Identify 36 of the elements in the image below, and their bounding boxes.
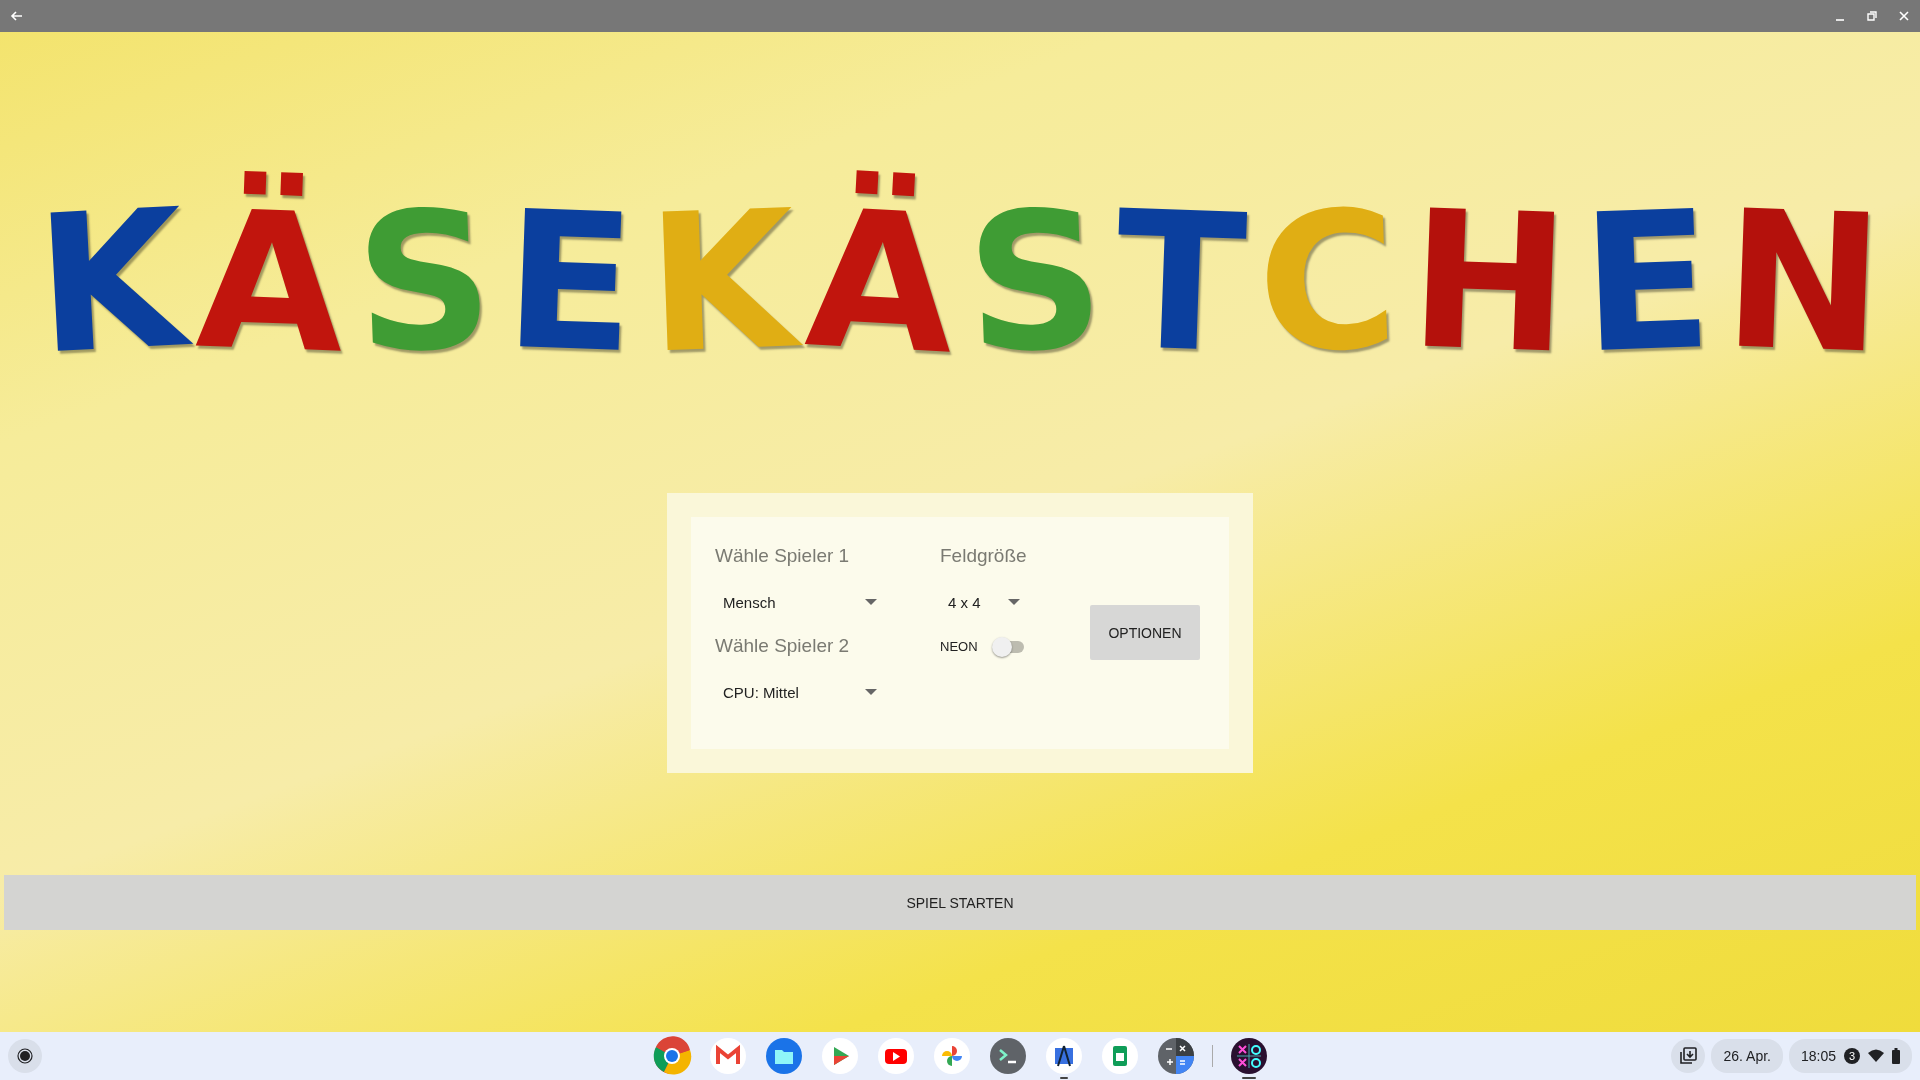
launcher-button[interactable] (8, 1039, 42, 1073)
pinwheel-icon[interactable] (931, 1036, 972, 1076)
notification-count: 3 (1844, 1048, 1860, 1064)
start-game-button[interactable]: SPIEL STARTEN (4, 875, 1916, 930)
image-download-icon (1679, 1047, 1698, 1065)
dropdown[interactable]: 4 x 4 (940, 587, 1028, 617)
browser-icon[interactable] (651, 1036, 692, 1076)
game-title-logo: K Ä S E K Ä S T C H E N (30, 167, 1888, 399)
options-button[interactable]: OPTIONEN (1090, 605, 1200, 660)
folder-icon[interactable] (763, 1036, 804, 1076)
tic-tac-toe-icon[interactable] (1228, 1036, 1269, 1076)
date-button[interactable]: 26. Apr. (1711, 1039, 1783, 1073)
dropdown[interactable]: Mensch (715, 587, 885, 617)
video-play-icon[interactable] (875, 1036, 916, 1076)
field-label: Wähle Spieler 2 (715, 635, 851, 658)
dropdown-caret-icon (865, 599, 877, 605)
spreadsheet-icon[interactable] (1099, 1036, 1140, 1076)
terminal-icon[interactable] (987, 1036, 1028, 1076)
calculator-icon[interactable] (1155, 1036, 1196, 1076)
switch-label: NEON (940, 639, 978, 654)
screen-capture-button[interactable] (1671, 1039, 1706, 1073)
dropdown[interactable]: CPU: Mittel (715, 677, 885, 707)
field-label: Feldgröße (940, 545, 1028, 568)
field-label: Wähle Spieler 1 (715, 545, 851, 568)
running-indicator (1059, 1077, 1068, 1079)
dropdown-caret-icon (865, 689, 877, 695)
running-indicator (1241, 1077, 1256, 1079)
restore-icon[interactable] (1864, 8, 1880, 24)
wifi-icon (1868, 1049, 1884, 1063)
dropdown-caret-icon (1008, 599, 1020, 605)
compass-icon[interactable] (1043, 1036, 1084, 1076)
launcher-icon (17, 1048, 33, 1064)
mail-icon[interactable] (707, 1036, 748, 1076)
status-tray[interactable]: 18:05 3 (1788, 1039, 1912, 1073)
battery-icon (1892, 1048, 1900, 1064)
clock-time: 18:05 (1800, 1048, 1836, 1064)
